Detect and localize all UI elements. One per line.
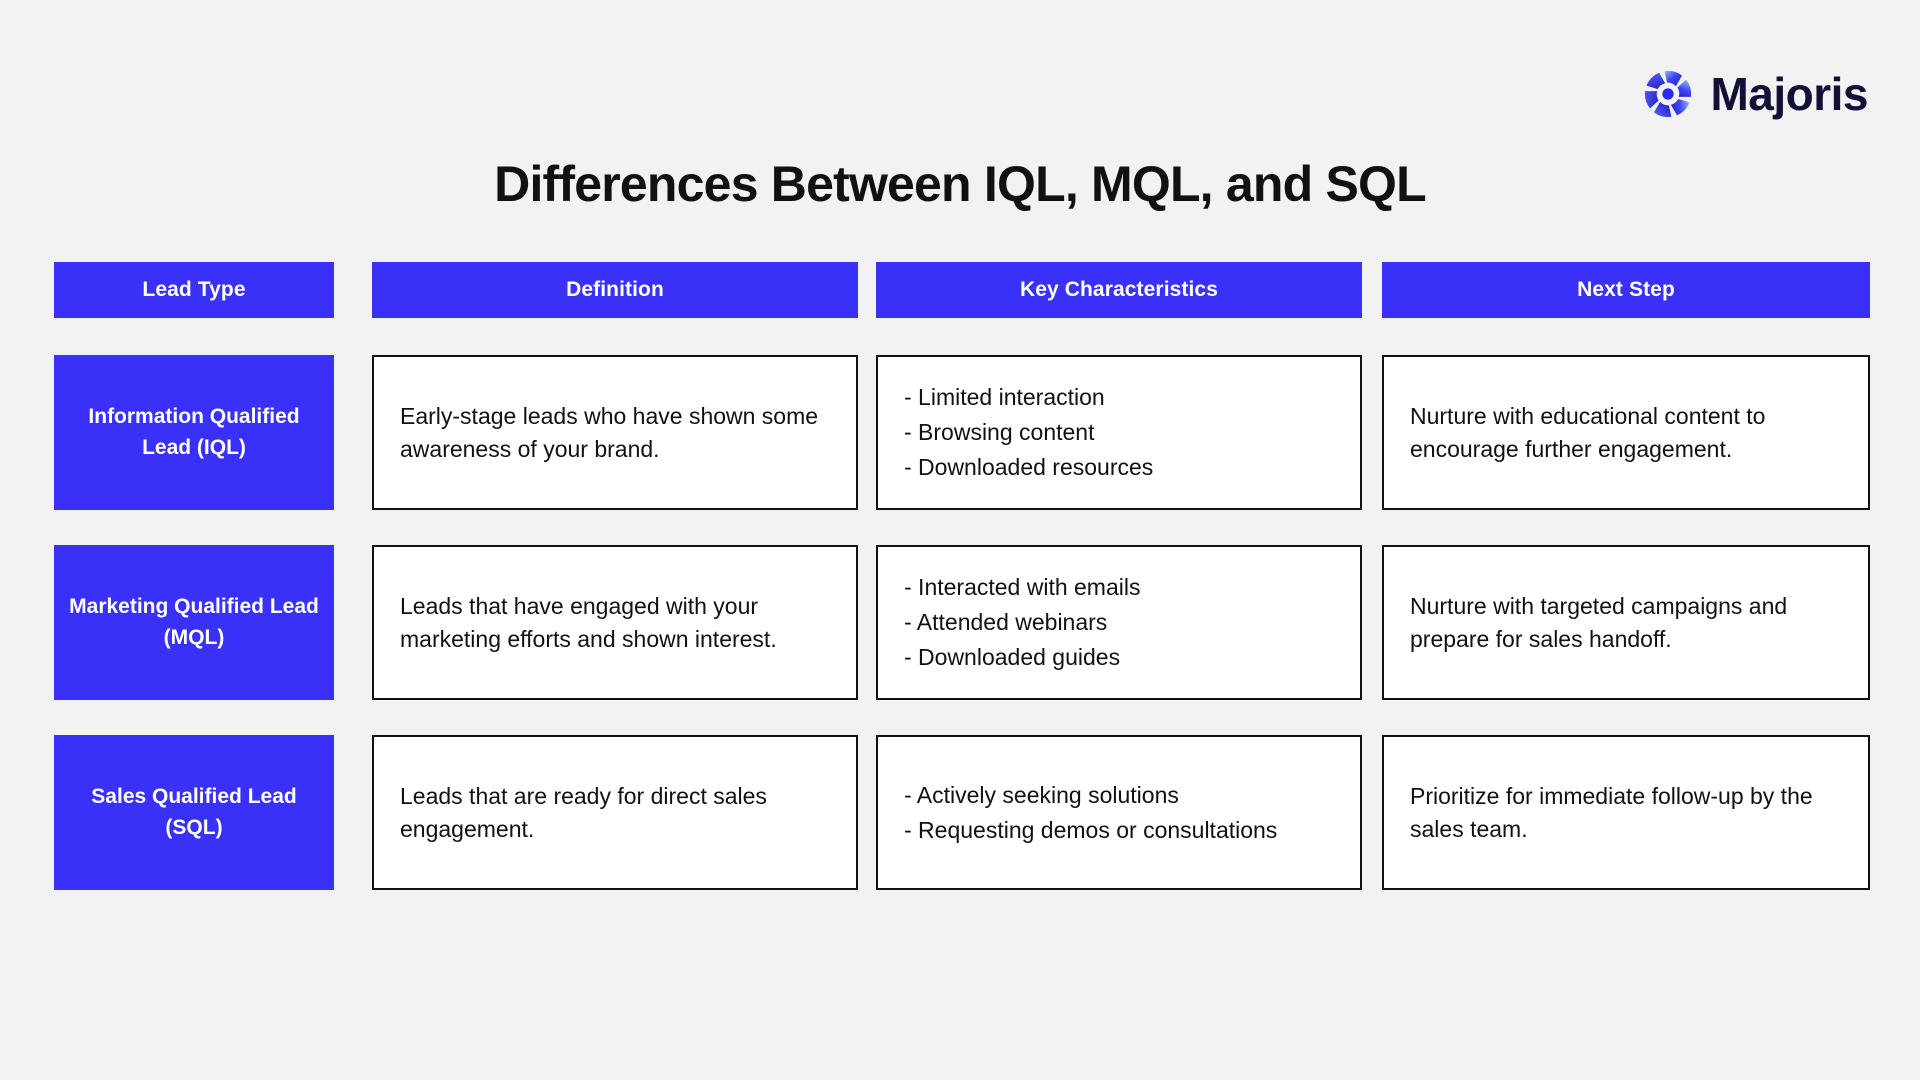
key-characteristics-cell: - Actively seeking solutions - Requestin… — [876, 735, 1362, 890]
table-row: Information Qualified Lead (IQL) Early-s… — [54, 355, 1870, 510]
column-header-definition: Definition — [372, 262, 858, 318]
infographic-page: Majoris Differences Between IQL, MQL, an… — [0, 0, 1920, 1080]
table-row: Sales Qualified Lead (SQL) Leads that ar… — [54, 735, 1870, 890]
page-title: Differences Between IQL, MQL, and SQL — [494, 156, 1426, 212]
definition-cell: Early-stage leads who have shown some aw… — [372, 355, 858, 510]
definition-text: Leads that are ready for direct sales en… — [400, 782, 767, 842]
brand-name: Majoris — [1710, 68, 1868, 120]
column-gap — [334, 545, 372, 700]
key-characteristics-text: - Actively seeking solutions - Requestin… — [904, 781, 1278, 843]
next-step-cell: Prioritize for immediate follow-up by th… — [1382, 735, 1870, 890]
lead-type-badge: Information Qualified Lead (IQL) — [54, 355, 334, 510]
key-characteristics-cell: - Limited interaction - Browsing content… — [876, 355, 1362, 510]
column-gap — [334, 735, 372, 890]
column-gap — [1362, 735, 1382, 890]
comparison-table: Lead Type Definition Key Characteristics… — [54, 262, 1870, 890]
column-header-lead-type: Lead Type — [54, 262, 334, 318]
table-header-row: Lead Type Definition Key Characteristics… — [54, 262, 1870, 318]
column-gap — [1362, 355, 1382, 510]
brand-logo: Majoris — [1640, 66, 1868, 122]
definition-text: Leads that have engaged with your market… — [400, 592, 777, 652]
definition-cell: Leads that have engaged with your market… — [372, 545, 858, 700]
column-gap — [858, 355, 876, 510]
next-step-text: Nurture with educational content to enco… — [1410, 402, 1766, 462]
next-step-text: Prioritize for immediate follow-up by th… — [1410, 782, 1813, 842]
definition-text: Early-stage leads who have shown some aw… — [400, 402, 819, 462]
next-step-cell: Nurture with educational content to enco… — [1382, 355, 1870, 510]
column-gap — [1362, 545, 1382, 700]
column-gap — [858, 735, 876, 890]
column-gap — [858, 262, 876, 318]
key-characteristics-cell: - Interacted with emails - Attended webi… — [876, 545, 1362, 700]
column-gap — [334, 355, 372, 510]
table-row: Marketing Qualified Lead (MQL) Leads tha… — [54, 545, 1870, 700]
lead-type-badge: Marketing Qualified Lead (MQL) — [54, 545, 334, 700]
next-step-text: Nurture with targeted campaigns and prep… — [1410, 592, 1788, 652]
definition-cell: Leads that are ready for direct sales en… — [372, 735, 858, 890]
majoris-aperture-logo-icon — [1640, 66, 1696, 122]
column-gap — [334, 262, 372, 318]
column-header-next-step: Next Step — [1382, 262, 1870, 318]
lead-type-badge: Sales Qualified Lead (SQL) — [54, 735, 334, 890]
next-step-cell: Nurture with targeted campaigns and prep… — [1382, 545, 1870, 700]
column-header-key-characteristics: Key Characteristics — [876, 262, 1362, 318]
column-gap — [858, 545, 876, 700]
key-characteristics-text: - Limited interaction - Browsing content… — [904, 384, 1154, 480]
key-characteristics-text: - Interacted with emails - Attended webi… — [904, 574, 1141, 670]
column-gap — [1362, 262, 1382, 318]
